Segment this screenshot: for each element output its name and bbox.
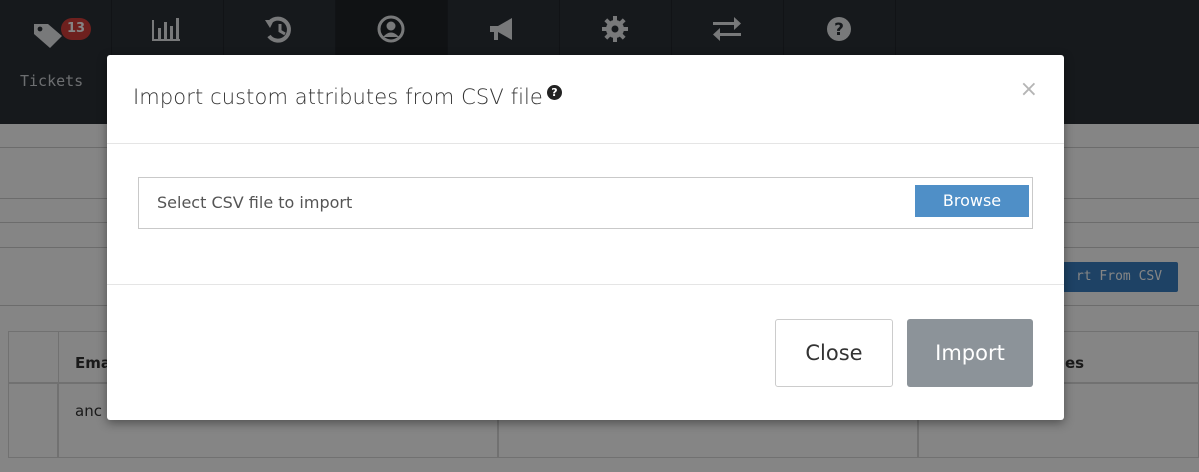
close-icon[interactable]: × [1020, 77, 1038, 102]
browse-button[interactable]: Browse [915, 185, 1029, 217]
question-circle-icon[interactable]: ? [546, 85, 562, 100]
file-input-placeholder: Select CSV file to import [157, 193, 353, 212]
modal-title: Import custom attributes from CSV file? [133, 85, 562, 109]
modal-header-divider [107, 143, 1064, 144]
import-button[interactable]: Import [907, 319, 1033, 387]
modal-title-text: Import custom attributes from CSV file [133, 85, 543, 109]
csv-file-input[interactable]: Select CSV file to import Browse [138, 177, 1033, 229]
close-button[interactable]: Close [775, 319, 893, 387]
modal-footer-divider [107, 284, 1064, 285]
import-attributes-modal: Import custom attributes from CSV file? … [107, 55, 1064, 420]
